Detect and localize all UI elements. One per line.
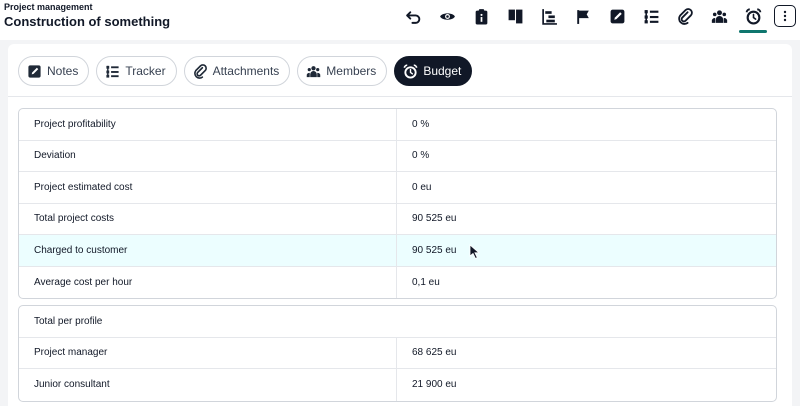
more-options-button[interactable] bbox=[774, 5, 796, 27]
undo-button[interactable] bbox=[396, 4, 430, 28]
table-title: Total per profile bbox=[34, 315, 103, 327]
row-value: 21 900 eu bbox=[412, 379, 457, 391]
row-label: Charged to customer bbox=[19, 235, 397, 266]
divider bbox=[8, 96, 792, 97]
tab-tracker[interactable]: Tracker bbox=[96, 56, 177, 86]
row-value: 0 % bbox=[412, 150, 430, 162]
table-row: Project profitability 0 % bbox=[19, 109, 776, 141]
tracker-button[interactable] bbox=[634, 4, 668, 28]
row-label: Project estimated cost bbox=[19, 172, 397, 203]
kanban-button[interactable] bbox=[498, 4, 532, 28]
more-vertical-icon bbox=[783, 10, 787, 22]
table-row: Project manager 68 625 eu bbox=[19, 337, 776, 369]
clipboard-info-icon bbox=[475, 8, 487, 24]
table-row: Average cost per hour 0,1 eu bbox=[19, 266, 776, 298]
users-icon bbox=[307, 65, 321, 77]
kanban-icon bbox=[508, 9, 522, 23]
tasks-icon bbox=[106, 65, 119, 78]
row-label: Project manager bbox=[19, 337, 397, 368]
budget-summary-table: Project profitability 0 % Deviation 0 % … bbox=[18, 108, 777, 299]
row-value: 90 525 eu bbox=[412, 213, 457, 225]
tab-bar: Notes Tracker Attachments Members Budget bbox=[18, 56, 473, 86]
tab-label: Tracker bbox=[125, 64, 166, 78]
row-value: 0,1 eu bbox=[412, 276, 440, 288]
row-value: 0 % bbox=[412, 118, 430, 130]
notes-button[interactable] bbox=[600, 4, 634, 28]
tab-label: Notes bbox=[47, 64, 79, 78]
row-label: Deviation bbox=[19, 140, 397, 171]
gantt-icon bbox=[541, 8, 557, 25]
table-row: Project estimated cost 0 eu bbox=[19, 172, 776, 204]
top-bar: Project management Construction of somet… bbox=[0, 0, 800, 40]
row-label: Project profitability bbox=[19, 109, 397, 140]
table-row: Junior consultant 21 900 eu bbox=[19, 369, 776, 401]
tab-budget[interactable]: Budget bbox=[394, 56, 473, 86]
info-button[interactable] bbox=[464, 4, 498, 28]
tab-label: Budget bbox=[423, 64, 462, 78]
alarm-clock-icon bbox=[745, 7, 761, 24]
toolbar bbox=[396, 4, 796, 33]
edit-icon bbox=[610, 9, 624, 23]
row-label: Average cost per hour bbox=[19, 266, 397, 298]
mouse-cursor-icon bbox=[469, 244, 481, 260]
table-row: Total project costs 90 525 eu bbox=[19, 203, 776, 235]
budget-panel: Notes Tracker Attachments Members Budget… bbox=[8, 44, 792, 406]
row-value: 90 525 eu bbox=[412, 244, 457, 256]
row-value: 0 eu bbox=[412, 181, 432, 193]
row-value: 68 625 eu bbox=[412, 347, 457, 359]
gantt-button[interactable] bbox=[532, 4, 566, 28]
alarm-clock-icon bbox=[403, 63, 418, 79]
row-label: Total project costs bbox=[19, 203, 397, 234]
breadcrumb[interactable]: Project management bbox=[4, 2, 93, 12]
attachments-button[interactable] bbox=[668, 4, 702, 28]
view-button[interactable] bbox=[430, 4, 464, 28]
paperclip-icon bbox=[677, 7, 693, 25]
budget-button[interactable] bbox=[736, 4, 770, 33]
tab-label: Attachments bbox=[212, 64, 280, 78]
tab-members[interactable]: Members bbox=[297, 56, 388, 86]
tab-attachments[interactable]: Attachments bbox=[183, 56, 291, 86]
row-label: Junior consultant bbox=[19, 369, 397, 401]
undo-icon bbox=[405, 10, 420, 24]
users-icon bbox=[711, 9, 727, 23]
paperclip-icon bbox=[193, 63, 207, 79]
eye-icon bbox=[439, 12, 455, 20]
milestones-button[interactable] bbox=[566, 4, 600, 28]
flag-icon bbox=[576, 9, 589, 24]
members-button[interactable] bbox=[702, 4, 736, 28]
table-row: Charged to customer 90 525 eu bbox=[19, 235, 776, 267]
tasks-icon bbox=[644, 9, 658, 23]
table-header: Total per profile bbox=[19, 306, 776, 338]
table-row: Deviation 0 % bbox=[19, 140, 776, 172]
page-title: Construction of something bbox=[4, 14, 171, 29]
tab-label: Members bbox=[326, 64, 377, 78]
tab-notes[interactable]: Notes bbox=[18, 56, 90, 86]
edit-icon bbox=[28, 64, 41, 78]
profile-totals-table: Total per profile Project manager 68 625… bbox=[18, 305, 777, 402]
